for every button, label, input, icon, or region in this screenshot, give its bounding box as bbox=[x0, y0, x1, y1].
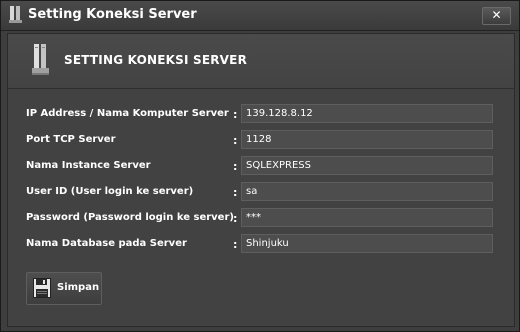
userid-label: User ID (User login ke server) bbox=[26, 186, 194, 197]
database-label: Nama Database pada Server bbox=[26, 238, 187, 249]
userid-input[interactable]: sa bbox=[241, 182, 493, 201]
separator: : bbox=[233, 212, 238, 225]
password-input[interactable]: *** bbox=[241, 208, 493, 227]
ip-address-input[interactable]: 139.128.8.12 bbox=[241, 104, 493, 123]
title-bar[interactable]: Setting Koneksi Server ✕ bbox=[1, 1, 519, 31]
password-label: Password (Password login ke server) bbox=[26, 212, 234, 223]
separator: : bbox=[233, 238, 238, 251]
header-panel: SETTING KONEKSI SERVER bbox=[8, 34, 514, 89]
form-row-database: Nama Database pada Server : Shinjuku bbox=[8, 234, 514, 256]
server-icon bbox=[32, 44, 49, 75]
database-input[interactable]: Shinjuku bbox=[241, 234, 493, 253]
port-input[interactable]: 1128 bbox=[241, 130, 493, 149]
form-row-password: Password (Password login ke server) : **… bbox=[8, 208, 514, 230]
close-icon: ✕ bbox=[491, 8, 502, 22]
separator: : bbox=[233, 108, 238, 121]
server-icon bbox=[9, 6, 22, 23]
form-row-ip: IP Address / Nama Komputer Server : 139.… bbox=[8, 104, 514, 126]
instance-label: Nama Instance Server bbox=[26, 160, 151, 171]
floppy-disk-icon bbox=[33, 278, 51, 298]
instance-input[interactable]: SQLEXPRESS bbox=[241, 156, 493, 175]
close-button[interactable]: ✕ bbox=[482, 7, 511, 25]
dialog-body: SETTING KONEKSI SERVER IP Address / Nama… bbox=[7, 33, 515, 327]
separator: : bbox=[233, 160, 238, 173]
separator: : bbox=[233, 186, 238, 199]
separator: : bbox=[233, 134, 238, 147]
form-row-instance: Nama Instance Server : SQLEXPRESS bbox=[8, 156, 514, 178]
save-label: Simpan bbox=[57, 282, 100, 293]
ip-label: IP Address / Nama Komputer Server bbox=[26, 108, 229, 119]
window-title: Setting Koneksi Server bbox=[28, 7, 197, 22]
header-title: SETTING KONEKSI SERVER bbox=[64, 53, 248, 67]
settings-window: Setting Koneksi Server ✕ SETTING KONEKSI… bbox=[0, 0, 520, 332]
form-row-port: Port TCP Server : 1128 bbox=[8, 130, 514, 152]
port-label: Port TCP Server bbox=[26, 134, 116, 145]
save-button[interactable]: Simpan bbox=[26, 272, 102, 305]
form-row-userid: User ID (User login ke server) : sa bbox=[8, 182, 514, 204]
